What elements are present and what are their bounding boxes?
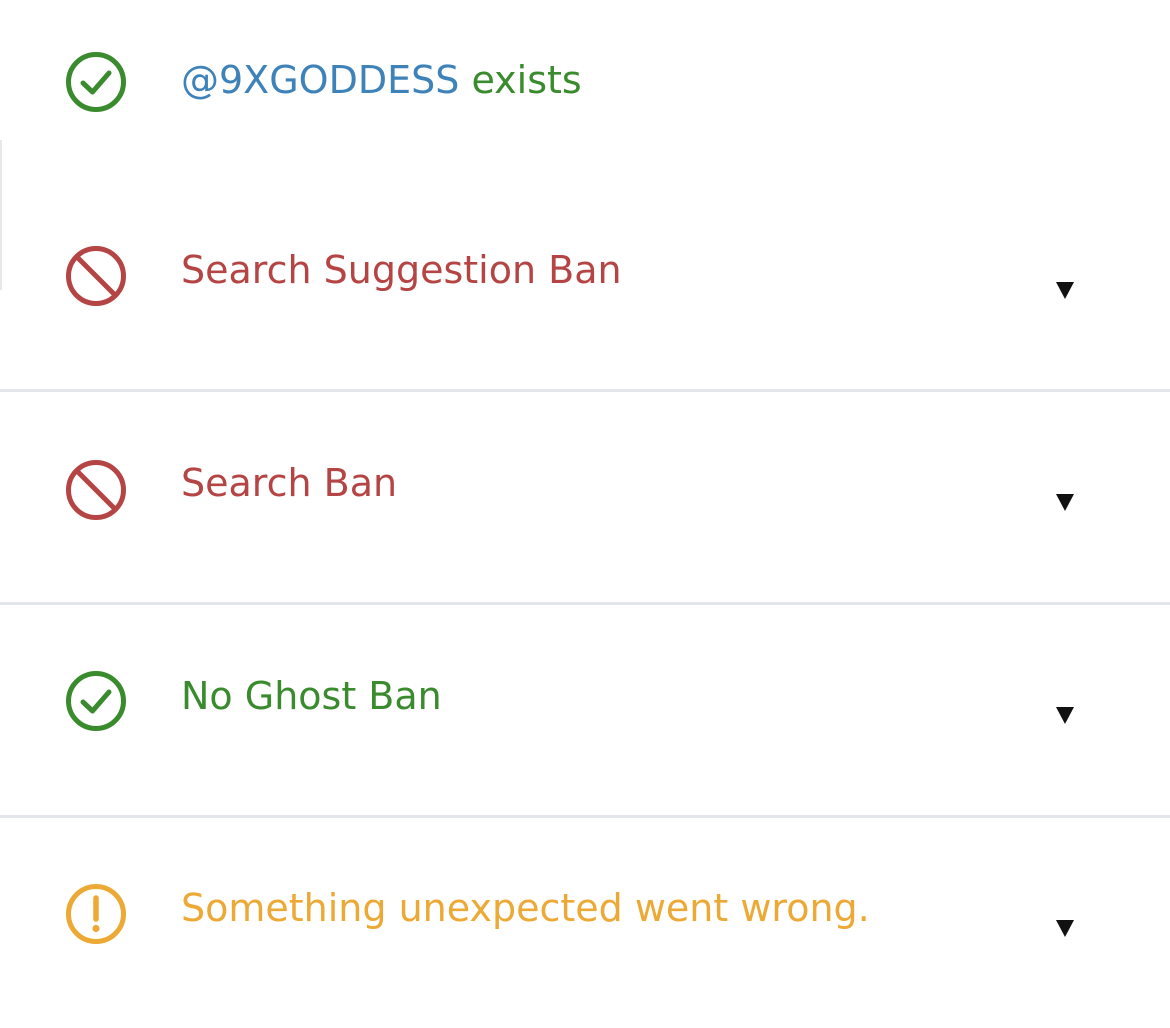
prohibited-icon <box>64 244 128 308</box>
account-status-text: @9XGODDESS exists <box>181 57 582 103</box>
caret-down-icon[interactable] <box>1054 918 1076 938</box>
check-circle-icon <box>64 50 128 114</box>
result-row-reply-deboosting[interactable]: Something unexpected went wrong. <box>0 818 1170 1028</box>
account-exists-row: @9XGODDESS exists <box>0 0 1170 176</box>
check-circle-icon <box>64 669 128 733</box>
account-exists-label: exists <box>471 58 582 102</box>
result-label: Search Suggestion Ban <box>181 248 622 292</box>
account-handle-link[interactable]: @9XGODDESS <box>181 58 459 102</box>
caret-down-icon[interactable] <box>1054 280 1076 300</box>
caret-down-icon[interactable] <box>1054 705 1076 725</box>
shadowban-results-panel: @9XGODDESS exists Search Suggestion Ban … <box>0 0 1170 1028</box>
prohibited-icon <box>64 458 128 522</box>
result-row-search-ban[interactable]: Search Ban <box>0 392 1170 605</box>
result-label: Something unexpected went wrong. <box>181 886 870 930</box>
exclamation-circle-icon <box>64 882 128 946</box>
result-label: Search Ban <box>181 461 398 505</box>
result-row-search-suggestion-ban[interactable]: Search Suggestion Ban <box>0 176 1170 392</box>
result-row-ghost-ban[interactable]: No Ghost Ban <box>0 605 1170 818</box>
result-label: No Ghost Ban <box>181 674 442 718</box>
caret-down-icon[interactable] <box>1054 492 1076 512</box>
